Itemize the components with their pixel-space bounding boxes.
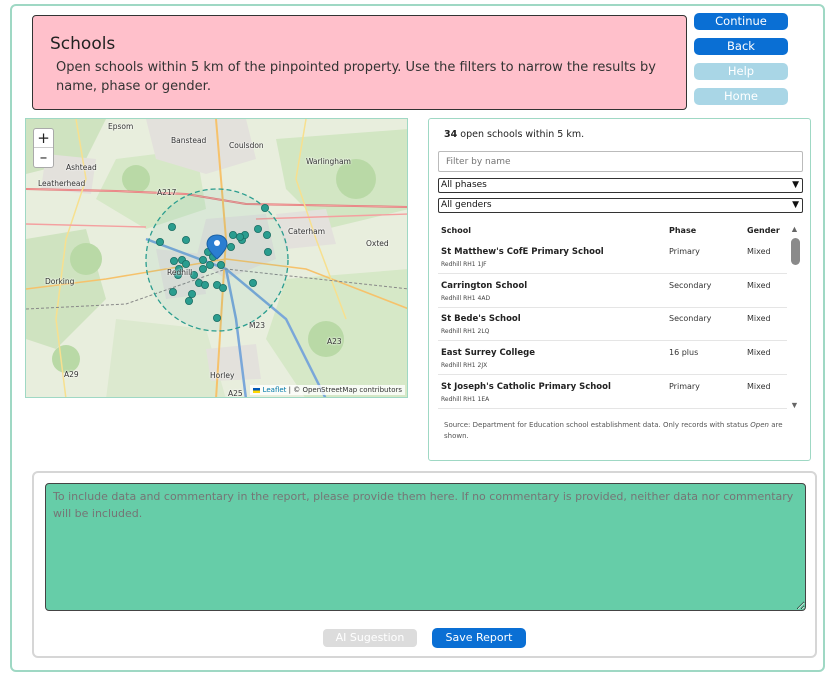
school-name: St Bede's School <box>441 314 521 324</box>
gender-select-value: All genders <box>441 200 492 210</box>
page-description: Open schools within 5 km of the pinpoint… <box>56 60 656 94</box>
school-gender: Mixed <box>747 281 771 290</box>
help-button[interactable]: Help <box>694 63 788 80</box>
map-place-label: Dorking <box>45 277 75 286</box>
map-place-label: Coulsdon <box>229 141 264 150</box>
school-phase: Secondary <box>669 281 712 290</box>
map-place-label: Redhill <box>167 268 193 277</box>
school-gender: Mixed <box>747 382 771 391</box>
school-phase: Primary <box>669 382 700 391</box>
map-place-label: Ashtead <box>66 163 97 172</box>
osm-attribution: | © OpenStreetMap contributors <box>288 386 402 394</box>
table-row[interactable]: St Joseph's Catholic Primary School Redh… <box>438 375 787 409</box>
map-road-label: M23 <box>249 321 266 330</box>
results-count: 34 open schools within 5 km. <box>444 129 584 140</box>
phase-select-value: All phases <box>441 180 487 190</box>
results-count-text: open schools within 5 km. <box>460 129 585 140</box>
scroll-up-arrow-icon[interactable]: ▲ <box>790 224 799 234</box>
school-name: Carrington School <box>441 281 528 291</box>
chevron-down-icon: ▼ <box>792 180 799 190</box>
column-header-school[interactable]: School <box>441 226 471 235</box>
school-address: Redhill RH1 1JF <box>441 261 487 268</box>
school-address: Redhill RH1 4AD <box>441 295 491 302</box>
chevron-down-icon: ▼ <box>792 200 799 210</box>
map-place-label: Leatherhead <box>38 179 86 188</box>
name-filter-input[interactable] <box>438 151 803 172</box>
zoom-control: + – <box>33 128 54 168</box>
source-note: Source: Department for Education school … <box>444 420 804 442</box>
scroll-down-arrow-icon[interactable]: ▼ <box>790 400 799 410</box>
map-place-label: Warlingham <box>306 157 351 166</box>
school-name: St Matthew's CofE Primary School <box>441 247 604 257</box>
results-count-number: 34 <box>444 129 458 140</box>
school-phase: 16 plus <box>669 348 699 357</box>
school-name: St Joseph's Catholic Primary School <box>441 382 611 392</box>
school-gender: Mixed <box>747 247 771 256</box>
school-address: Redhill RH1 2LQ <box>441 328 490 335</box>
school-address: Redhill RH1 2JX <box>441 362 488 369</box>
source-note-prefix: Source: Department for Education school … <box>444 421 751 429</box>
table-row[interactable]: East Surrey College Redhill RH1 2JX 16 p… <box>438 341 787 375</box>
back-button[interactable]: Back <box>694 38 788 55</box>
school-gender: Mixed <box>747 348 771 357</box>
home-button[interactable]: Home <box>694 88 788 105</box>
continue-button[interactable]: Continue <box>694 13 788 30</box>
column-header-gender[interactable]: Gender <box>747 226 780 235</box>
zoom-out-button[interactable]: – <box>34 148 53 167</box>
results-panel: 34 open schools within 5 km. All phases … <box>428 118 811 461</box>
save-report-button[interactable]: Save Report <box>432 628 526 648</box>
school-phase: Primary <box>669 247 700 256</box>
map-road-label: A29 <box>64 370 79 379</box>
map-place-label: Banstead <box>171 136 207 145</box>
map-place-label: Oxted <box>366 239 389 248</box>
table-row[interactable]: Carrington School Redhill RH1 4AD Second… <box>438 274 787 308</box>
page-title: Schools <box>50 34 116 54</box>
leaflet-link[interactable]: Leaflet <box>263 386 287 394</box>
map-attribution: Leaflet | © OpenStreetMap contributors <box>250 385 405 395</box>
map-road-label: A217 <box>157 188 177 197</box>
school-phase: Secondary <box>669 314 712 323</box>
header-panel: Schools Open schools within 5 km of the … <box>32 15 687 110</box>
map-place-label: Horley <box>210 371 235 380</box>
map-place-label: Epsom <box>108 122 134 131</box>
map-road-label: A25 <box>228 389 243 398</box>
column-header-phase[interactable]: Phase <box>669 226 696 235</box>
table-row[interactable]: St Bede's School Redhill RH1 2LQ Seconda… <box>438 307 787 341</box>
table-row[interactable]: St Matthew's CofE Primary School Redhill… <box>438 240 787 274</box>
map-place-label: Caterham <box>288 227 325 236</box>
gender-select[interactable]: All genders ▼ <box>438 198 803 213</box>
schools-map[interactable]: Epsom Banstead Coulsdon Warlingham Ashte… <box>25 118 408 398</box>
ukraine-flag-icon <box>253 387 261 393</box>
school-address: Redhill RH1 1EA <box>441 396 490 403</box>
zoom-in-button[interactable]: + <box>34 129 53 148</box>
scrollbar-thumb[interactable] <box>791 238 800 265</box>
phase-select[interactable]: All phases ▼ <box>438 178 803 193</box>
map-road-label: A23 <box>327 337 342 346</box>
commentary-textarea[interactable] <box>45 483 806 611</box>
ai-suggestion-button[interactable]: AI Sugestion <box>323 629 417 647</box>
school-name: East Surrey College <box>441 348 535 358</box>
school-gender: Mixed <box>747 314 771 323</box>
source-note-status: Open <box>750 421 769 429</box>
